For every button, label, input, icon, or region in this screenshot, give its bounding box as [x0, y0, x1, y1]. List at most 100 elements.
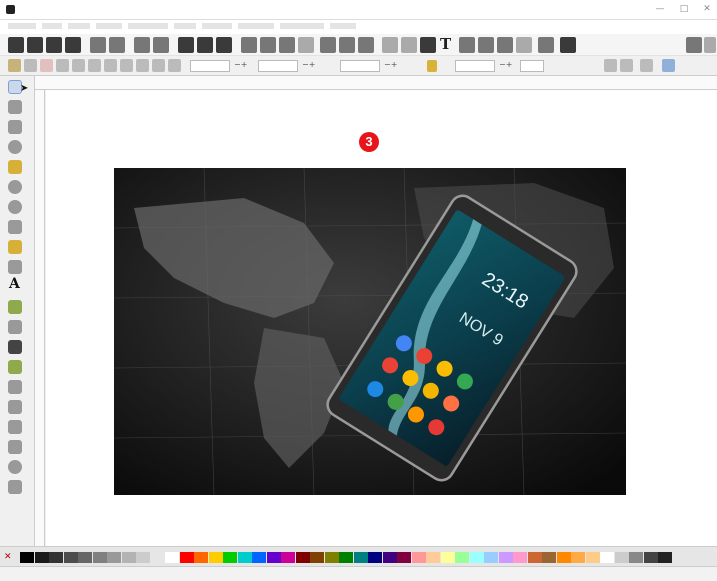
- layers-icon[interactable]: [478, 37, 494, 53]
- snap-toggle-icon[interactable]: [686, 37, 702, 53]
- undo-icon[interactable]: [134, 37, 150, 53]
- height-field[interactable]: [455, 60, 495, 72]
- zoom-page-icon[interactable]: [279, 37, 295, 53]
- palette-swatch[interactable]: [542, 552, 556, 563]
- spiral-tool-icon[interactable]: [8, 180, 22, 194]
- dropper-tool-icon[interactable]: [8, 340, 22, 354]
- menu-path[interactable]: [174, 23, 196, 29]
- rotate-ccw-icon[interactable]: [56, 59, 69, 72]
- select-all-layers-icon[interactable]: [24, 59, 37, 72]
- palette-swatch[interactable]: [295, 552, 310, 563]
- rotate-cw-icon[interactable]: [72, 59, 85, 72]
- group-icon[interactable]: [382, 37, 398, 53]
- palette-swatch[interactable]: [179, 552, 194, 563]
- pencil-tool-icon[interactable]: [8, 200, 22, 214]
- palette-swatch[interactable]: [92, 552, 107, 563]
- menu-view[interactable]: [68, 23, 90, 29]
- menu-layer[interactable]: [96, 23, 122, 29]
- no-paint-swatch[interactable]: ✕: [4, 552, 12, 562]
- eraser-tool-icon[interactable]: [8, 380, 22, 394]
- preferences-icon[interactable]: [560, 37, 576, 53]
- palette-swatch[interactable]: [368, 552, 382, 563]
- calligraphy-tool-icon[interactable]: [8, 240, 22, 254]
- x-coordinate-field[interactable]: [190, 60, 230, 72]
- pen-tool-icon[interactable]: [8, 220, 22, 234]
- raise-to-top-icon[interactable]: [120, 59, 133, 72]
- transform-icon[interactable]: [516, 37, 532, 53]
- palette-swatch[interactable]: [527, 552, 542, 563]
- palette-swatch[interactable]: [20, 552, 34, 563]
- zoom-selection-icon[interactable]: [241, 37, 257, 53]
- palette-swatch[interactable]: [339, 552, 353, 563]
- flip-vertical-icon[interactable]: [104, 59, 117, 72]
- palette-swatch[interactable]: [78, 552, 92, 563]
- cut-icon[interactable]: [197, 37, 213, 53]
- document-properties-icon[interactable]: [538, 37, 554, 53]
- y-coordinate-field[interactable]: [258, 60, 298, 72]
- menu-text[interactable]: [202, 23, 232, 29]
- rectangle-tool-icon[interactable]: [8, 120, 22, 134]
- palette-swatch[interactable]: [426, 552, 440, 563]
- text-tool-icon[interactable]: A: [9, 276, 20, 292]
- zoom-width-icon[interactable]: [298, 37, 314, 53]
- clone-icon[interactable]: [339, 37, 355, 53]
- palette-swatch[interactable]: [353, 552, 368, 563]
- align-icon[interactable]: [497, 37, 513, 53]
- palette-swatch[interactable]: [382, 552, 397, 563]
- horizontal-ruler[interactable]: [35, 76, 717, 90]
- palette-swatch[interactable]: [150, 552, 165, 563]
- redo-icon[interactable]: [153, 37, 169, 53]
- scale-corners-icon[interactable]: [620, 59, 633, 72]
- palette-swatch[interactable]: [324, 552, 339, 563]
- palette-swatch[interactable]: [121, 552, 136, 563]
- palette-swatch[interactable]: [310, 552, 324, 563]
- flip-horizontal-icon[interactable]: [88, 59, 101, 72]
- menu-filters[interactable]: [238, 23, 274, 29]
- fill-stroke-icon[interactable]: [420, 37, 436, 53]
- raise-icon[interactable]: [136, 59, 149, 72]
- palette-swatch[interactable]: [556, 552, 571, 563]
- scale-stroke-icon[interactable]: [604, 59, 617, 72]
- lock-ratio-icon[interactable]: [427, 60, 437, 72]
- zoom-drawing-icon[interactable]: [260, 37, 276, 53]
- lower-icon[interactable]: [152, 59, 165, 72]
- palette-swatch[interactable]: [600, 552, 614, 563]
- height-stepper[interactable]: −+: [499, 60, 512, 69]
- print-icon[interactable]: [65, 37, 81, 53]
- palette-swatch[interactable]: [281, 552, 295, 563]
- width-field[interactable]: [340, 60, 380, 72]
- star-tool-icon[interactable]: [8, 160, 22, 174]
- zoom-tool-icon[interactable]: [8, 460, 22, 474]
- connector-tool-icon[interactable]: [8, 420, 22, 434]
- tweak-tool-icon[interactable]: [8, 300, 22, 314]
- menu-object[interactable]: [128, 23, 168, 29]
- text-font-icon[interactable]: T: [440, 35, 451, 53]
- import-icon[interactable]: [90, 37, 106, 53]
- measure-tool-icon[interactable]: [8, 440, 22, 454]
- node-tool-icon[interactable]: [8, 100, 22, 114]
- spray-tool-icon[interactable]: [8, 260, 22, 274]
- selector-tool-icon[interactable]: ➤: [8, 80, 28, 94]
- duplicate-icon[interactable]: [320, 37, 336, 53]
- palette-swatch[interactable]: [614, 552, 629, 563]
- menu-extensions[interactable]: [280, 23, 324, 29]
- circle-tool-icon[interactable]: [8, 140, 22, 154]
- palette-swatch[interactable]: [498, 552, 513, 563]
- palette-swatch[interactable]: [165, 552, 179, 563]
- palette-swatch[interactable]: [455, 552, 469, 563]
- export-icon[interactable]: [109, 37, 125, 53]
- palette-swatch[interactable]: [484, 552, 498, 563]
- palette-swatch[interactable]: [571, 552, 585, 563]
- palette-swatch[interactable]: [252, 552, 266, 563]
- move-gradients-icon[interactable]: [640, 59, 653, 72]
- new-document-icon[interactable]: [8, 37, 24, 53]
- palette-swatch[interactable]: [397, 552, 411, 563]
- palette-swatch[interactable]: [440, 552, 455, 563]
- palette-swatch[interactable]: [469, 552, 484, 563]
- paste-icon[interactable]: [216, 37, 232, 53]
- palette-swatch[interactable]: [107, 552, 121, 563]
- palette-swatch[interactable]: [208, 552, 223, 563]
- palette-swatch[interactable]: [136, 552, 150, 563]
- deselect-icon[interactable]: [40, 59, 53, 72]
- select-all-icon[interactable]: [8, 59, 21, 72]
